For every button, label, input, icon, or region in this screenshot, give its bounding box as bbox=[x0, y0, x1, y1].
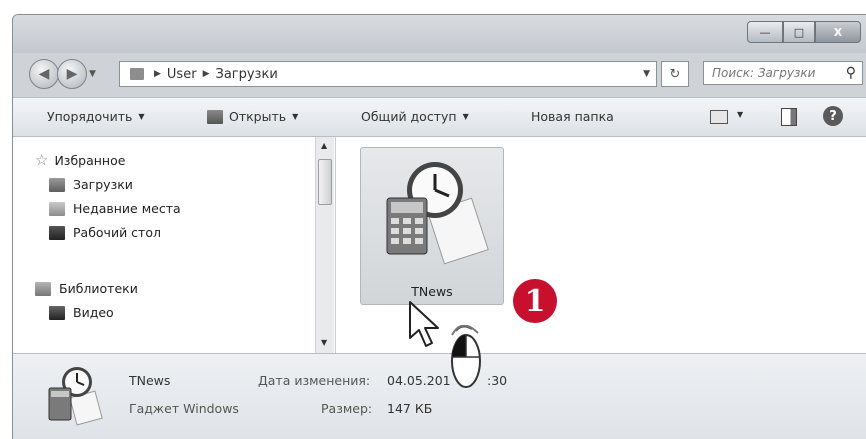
chevron-down-icon[interactable]: ▼ bbox=[737, 110, 743, 119]
sidebar-item-label: Видео bbox=[73, 305, 114, 320]
forward-button[interactable]: ▶ bbox=[57, 59, 87, 89]
share-button[interactable]: Общий доступ ▼ bbox=[361, 109, 469, 124]
chevron-down-icon: ▼ bbox=[462, 112, 469, 121]
desktop-icon bbox=[49, 225, 65, 240]
open-button[interactable]: Открыть ▼ bbox=[207, 109, 298, 124]
sidebar-item-label: Загрузки bbox=[73, 177, 133, 192]
address-bar[interactable]: ▶ User ▶ Загрузки ▼ bbox=[119, 61, 657, 87]
chevron-down-icon: ▼ bbox=[292, 112, 299, 121]
back-button[interactable]: ◀ bbox=[29, 59, 59, 89]
breadcrumb-user[interactable]: User bbox=[167, 67, 197, 82]
search-input[interactable]: Поиск: Загрузки ⚲ bbox=[703, 61, 863, 85]
new-folder-button[interactable]: Новая папка bbox=[531, 109, 614, 124]
maximize-button[interactable]: □ bbox=[783, 21, 815, 43]
modified-value-tail: :30 bbox=[487, 373, 508, 388]
arrow-left-icon: ◀ bbox=[38, 66, 50, 82]
size-label: Размер: bbox=[321, 401, 373, 416]
command-bar: Упорядочить ▼ Открыть ▼ Общий доступ ▼ Нова… bbox=[13, 97, 866, 137]
step-callout-badge: 1 bbox=[513, 279, 557, 323]
details-file-type: Гаджет Windows bbox=[129, 401, 239, 416]
minimize-button[interactable]: — bbox=[747, 21, 783, 43]
navigation-pane: ☆ Избранное Загрузки Недавние места Рабо… bbox=[13, 137, 336, 353]
star-icon: ☆ bbox=[35, 151, 49, 169]
gadget-thumbnail-icon bbox=[48, 367, 103, 426]
size-value: 147 КБ bbox=[387, 401, 433, 416]
recent-pages-dropdown[interactable]: ▼ bbox=[89, 69, 96, 79]
refresh-icon: ↻ bbox=[669, 66, 681, 82]
folder-icon bbox=[130, 68, 144, 80]
preview-pane-icon[interactable] bbox=[781, 108, 797, 126]
file-name: TNews bbox=[411, 284, 453, 299]
chevron-down-icon: ▼ bbox=[138, 112, 145, 121]
chevron-down-icon[interactable]: ▼ bbox=[643, 69, 650, 79]
sidebar-item-favorites[interactable]: ☆ Избранное bbox=[35, 151, 125, 169]
arrow-right-icon: ▶ bbox=[66, 66, 78, 82]
close-button[interactable]: X bbox=[815, 21, 861, 43]
open-icon bbox=[207, 109, 223, 124]
navigation-row: ◀ ▶ ▼ ▶ User ▶ Загрузки ▼ ↻ Поиск: Загру… bbox=[13, 57, 866, 91]
search-placeholder: Поиск: Загрузки bbox=[712, 66, 816, 80]
modified-label: Дата изменения: bbox=[258, 373, 371, 388]
view-icon[interactable] bbox=[710, 110, 728, 124]
organize-button[interactable]: Упорядочить ▼ bbox=[47, 109, 145, 124]
open-label: Открыть bbox=[229, 109, 287, 124]
chevron-right-icon[interactable]: ▶ bbox=[154, 69, 161, 79]
libraries-icon bbox=[35, 281, 51, 296]
search-icon: ⚲ bbox=[845, 65, 856, 81]
breadcrumb-downloads[interactable]: Загрузки bbox=[215, 67, 277, 82]
mouse-click-icon bbox=[451, 325, 481, 388]
sidebar-item-recent[interactable]: Недавние места bbox=[49, 201, 181, 216]
explorer-window: — □ X ◀ ▶ ▼ ▶ User ▶ Загрузки ▼ ↻ Поиск:… bbox=[12, 14, 866, 439]
scroll-thumb[interactable] bbox=[318, 159, 332, 205]
file-item-tnews[interactable]: TNews bbox=[360, 147, 504, 305]
help-icon[interactable]: ? bbox=[823, 106, 843, 126]
sidebar-item-desktop[interactable]: Рабочий стол bbox=[49, 225, 161, 240]
downloads-folder-icon bbox=[49, 177, 65, 192]
window-controls: — □ X bbox=[747, 21, 861, 43]
share-label: Общий доступ bbox=[361, 109, 457, 124]
sidebar-item-video[interactable]: Видео bbox=[49, 305, 114, 320]
new-folder-label: Новая папка bbox=[531, 109, 614, 124]
sidebar-item-label: Библиотеки bbox=[59, 281, 138, 296]
details-file-name: TNews bbox=[129, 373, 171, 388]
scroll-down-icon[interactable]: ▼ bbox=[321, 338, 327, 347]
nav-scrollbar[interactable]: ▲ ▼ bbox=[315, 137, 334, 353]
refresh-button[interactable]: ↻ bbox=[661, 61, 689, 87]
sidebar-item-label: Рабочий стол bbox=[73, 225, 161, 240]
title-bar: — □ X bbox=[13, 15, 866, 53]
sidebar-item-downloads[interactable]: Загрузки bbox=[49, 177, 133, 192]
details-pane: TNews Гаджет Windows Дата изменения: 04.… bbox=[13, 353, 866, 439]
mouse-pointer-icon bbox=[409, 301, 439, 347]
video-icon bbox=[49, 305, 65, 320]
modified-value: 04.05.201 bbox=[387, 373, 451, 388]
chevron-right-icon[interactable]: ▶ bbox=[203, 69, 210, 79]
recent-places-icon bbox=[49, 201, 65, 216]
sidebar-item-label: Избранное bbox=[54, 152, 126, 168]
sidebar-item-libraries[interactable]: Библиотеки bbox=[35, 281, 138, 296]
scroll-up-icon[interactable]: ▲ bbox=[321, 141, 327, 150]
organize-label: Упорядочить bbox=[47, 109, 133, 124]
sidebar-item-label: Недавние места bbox=[73, 201, 181, 216]
gadget-icon bbox=[386, 162, 489, 265]
